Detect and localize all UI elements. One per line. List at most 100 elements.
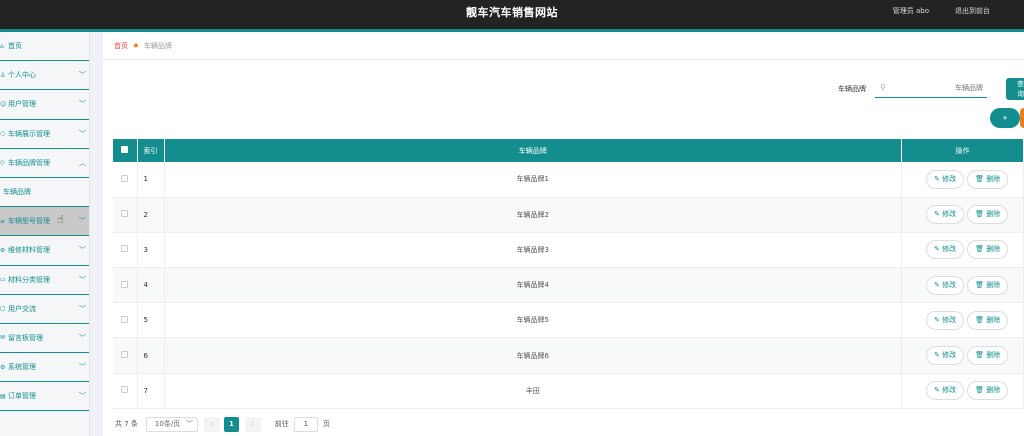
row-checkbox[interactable] — [121, 351, 129, 359]
sidebar-item-materials[interactable]: ⚙ 维修材料管理 ﹀ — [0, 236, 89, 266]
sidebar-item-home[interactable]: ⌂ 首页 — [0, 32, 89, 62]
brand-search-input[interactable] — [875, 79, 987, 98]
hand-cursor-icon: ☝ — [57, 213, 64, 227]
row-ops: ✎ 修改 🗑 删除 — [901, 232, 1024, 268]
gear-icon: ⚙ — [0, 363, 6, 371]
edit-label: 修改 — [942, 280, 957, 289]
row-brand: 车辆品牌6 — [164, 337, 902, 374]
row-brand: 丰田 — [164, 373, 902, 409]
row-index: 1 — [137, 162, 165, 198]
next-page-button[interactable]: › — [244, 416, 261, 432]
sidebar-item-label: 个人中心 — [8, 71, 36, 80]
row-ops: ✎ 修改 🗑 删除 — [901, 197, 1024, 233]
edit-icon: ✎ — [934, 174, 943, 183]
chevron-down-icon: ﹀ — [79, 71, 86, 80]
edit-icon: ✎ — [934, 245, 943, 254]
edit-icon: ✎ — [934, 351, 943, 360]
table-header-row: 索引 车辆品牌 操作 — [113, 139, 1024, 162]
site-title: 靓车汽车销售网站 — [466, 6, 558, 19]
add-button[interactable]: + — [990, 108, 1020, 128]
sidebar-item-label: 车辆展示管理 — [8, 129, 50, 138]
edit-button[interactable]: ✎ 修改 — [926, 381, 965, 401]
trash-icon: 🗑 — [975, 386, 987, 395]
breadcrumb-home[interactable]: 首页 — [114, 41, 128, 51]
row-index: 2 — [137, 197, 165, 233]
delete-button[interactable]: 🗑 删除 — [967, 310, 1009, 330]
edit-button[interactable]: ✎ 修改 — [926, 310, 965, 330]
table-row: 2 车辆品牌2 ✎ 修改 🗑 删除 — [113, 197, 1024, 233]
chevron-down-icon: ﹀ — [79, 363, 86, 372]
search-label: 车辆品牌 — [838, 85, 866, 93]
edit-button[interactable]: ✎ 修改 — [926, 205, 965, 225]
goto-label: 前往 — [274, 420, 289, 428]
edit-icon: ✎ — [934, 386, 943, 395]
users-icon: ☺ — [0, 100, 7, 108]
breadcrumb-current: 车辆品牌 — [143, 41, 172, 50]
row-checkbox[interactable] — [121, 280, 129, 288]
sidebar-subitem-brand[interactable]: 车辆品牌 — [0, 177, 89, 208]
sidebar-item-car-display[interactable]: ○ 车辆展示管理 ﹀ — [0, 120, 89, 149]
sidebar-item-material-category[interactable]: ▭ 材料分类管理 ﹀ — [0, 266, 89, 295]
delete-label: 删除 — [986, 386, 1001, 395]
table-row: 7 丰田 ✎ 修改 🗑 删除 — [113, 373, 1024, 409]
current-page[interactable]: 1 — [223, 416, 239, 432]
edit-button[interactable]: ✎ 修改 — [926, 346, 965, 366]
delete-button[interactable]: 🗑 删除 — [967, 169, 1009, 189]
page-size-select[interactable]: 10条/页 ﹀ — [145, 416, 198, 432]
logout-link[interactable]: 退出到前台 — [955, 6, 990, 16]
edit-button[interactable]: ✎ 修改 — [926, 169, 965, 189]
sidebar-item-orders[interactable]: ▤ 订单管理 ﹀ — [0, 382, 89, 412]
edit-icon: ✎ — [934, 280, 943, 289]
sidebar-item-label: 系统管理 — [8, 363, 36, 372]
sidebar-item-model-manage[interactable]: ≡ 车辆型号管理 ﹀ ☝ — [0, 207, 89, 237]
row-brand: 车辆品牌2 — [164, 197, 902, 233]
select-all-checkbox[interactable] — [121, 146, 129, 153]
sidebar-item-users[interactable]: ☺ 用户管理 ﹀ — [0, 90, 89, 120]
delete-button[interactable]: 🗑 删除 — [967, 381, 1009, 401]
edit-icon: ✎ — [934, 210, 943, 219]
chevron-down-icon: ﹀ — [79, 246, 86, 255]
row-brand: 车辆品牌5 — [164, 302, 902, 338]
breadcrumb: 首页 ✹ 车辆品牌 — [103, 32, 1024, 60]
row-checkbox[interactable] — [121, 174, 129, 182]
pagination: 共 7 条 10条/页 ﹀ ‹ 1 › 前往 1 页 — [115, 416, 330, 432]
message-icon: ✉ — [0, 334, 6, 342]
row-checkbox-cell — [113, 337, 138, 374]
sidebar-item-label: 材料分类管理 — [8, 275, 50, 284]
sidebar-item-messages[interactable]: ✉ 留言板管理 ﹀ — [0, 324, 89, 354]
home-icon: ⌂ — [0, 42, 4, 50]
sidebar-item-user-chat[interactable]: ▢ 用户交流 ﹀ — [0, 295, 89, 324]
chevron-down-icon: ﹀ — [79, 275, 86, 284]
row-index: 5 — [137, 302, 165, 338]
tool-icon: ⚙ — [0, 246, 6, 254]
edit-button[interactable]: ✎ 修改 — [926, 240, 965, 260]
batch-delete-button[interactable] — [1020, 108, 1024, 128]
row-checkbox-cell — [113, 267, 138, 303]
delete-button[interactable]: 🗑 删除 — [967, 346, 1009, 366]
search-bar: 车辆品牌 ⚲ 查询 — [103, 78, 1024, 100]
row-checkbox-cell — [113, 197, 138, 233]
prev-page-button[interactable]: ‹ — [203, 416, 220, 432]
row-checkbox[interactable] — [121, 315, 129, 323]
row-checkbox[interactable] — [121, 245, 129, 253]
delete-button[interactable]: 🗑 删除 — [967, 205, 1009, 225]
sidebar-item-brand-manage[interactable]: ◇ 车辆品牌管理 ︿ — [0, 149, 89, 178]
row-checkbox[interactable] — [121, 210, 129, 218]
table-row: 3 车辆品牌3 ✎ 修改 🗑 删除 — [113, 232, 1024, 268]
row-brand: 车辆品牌1 — [164, 162, 902, 198]
table-row: 4 车辆品牌4 ✎ 修改 🗑 删除 — [113, 267, 1024, 303]
table-row: 6 车辆品牌6 ✎ 修改 🗑 删除 — [113, 337, 1024, 374]
row-checkbox[interactable] — [121, 386, 129, 394]
delete-button[interactable]: 🗑 删除 — [967, 275, 1009, 295]
sidebar-item-label: 用户管理 — [8, 100, 36, 109]
admin-user-label: 管理员 abo — [892, 7, 929, 15]
search-button[interactable]: 查询 — [1006, 78, 1024, 100]
edit-button[interactable]: ✎ 修改 — [926, 275, 965, 295]
row-brand: 车辆品牌4 — [164, 267, 902, 303]
delete-button[interactable]: 🗑 删除 — [967, 240, 1009, 260]
sidebar-item-system[interactable]: ⚙ 系统管理 ﹀ — [0, 353, 89, 383]
goto-page-input[interactable]: 1 — [293, 416, 318, 432]
chevron-down-icon: ﹀ — [79, 217, 86, 226]
sidebar-item-profile[interactable]: ♙ 个人中心 ﹀ — [0, 61, 89, 91]
row-index: 6 — [137, 337, 165, 374]
